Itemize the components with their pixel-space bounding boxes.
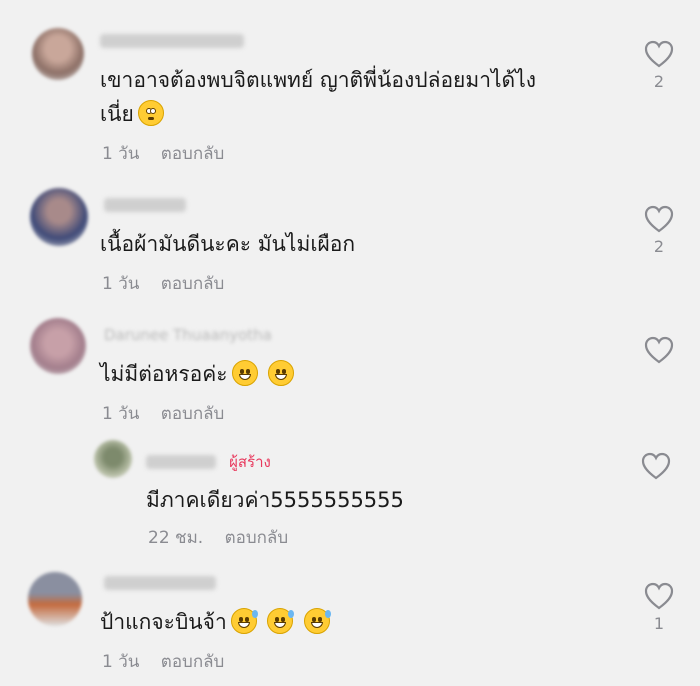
comment-meta: 1 วัน ตอบกลับ xyxy=(102,140,240,167)
grinning-face-emoji xyxy=(268,360,295,386)
avatar[interactable] xyxy=(32,28,84,80)
heart-icon xyxy=(644,582,674,610)
like-button[interactable] xyxy=(640,452,672,480)
avatar[interactable] xyxy=(28,572,82,626)
creator-badge: ผู้สร้าง xyxy=(229,453,271,471)
comment-text: เขาอาจต้องพบจิตแพทย์ ญาติพี่น้องปล่อยมาไ… xyxy=(100,68,537,92)
avatar[interactable] xyxy=(30,318,86,374)
reply-button[interactable]: ตอบกลับ xyxy=(161,404,225,424)
timestamp: 22 ชม. xyxy=(148,528,204,548)
heart-icon xyxy=(644,336,674,364)
username-blurred[interactable] xyxy=(146,455,216,469)
reply-header: ผู้สร้าง xyxy=(146,450,271,474)
comment-text: ไม่มีต่อหรอค่ะ xyxy=(100,358,295,391)
comment-text: มีภาคเดียวค่า5555555555 xyxy=(146,488,404,512)
timestamp: 1 วัน xyxy=(102,652,140,672)
reply-button[interactable]: ตอบกลับ xyxy=(161,144,225,164)
heart-icon xyxy=(641,452,671,480)
reply-button[interactable]: ตอบกลับ xyxy=(161,652,225,672)
comment-text: เนื้อผ้ามันดีนะคะ มันไม่เผือก xyxy=(100,232,356,256)
username-blurred[interactable] xyxy=(100,34,244,48)
comment-meta: 1 วัน ตอบกลับ xyxy=(102,400,240,427)
reply-button[interactable]: ตอบกลับ xyxy=(225,528,289,548)
grinning-sweat-face-emoji xyxy=(304,608,332,634)
like-button[interactable]: 1 xyxy=(643,582,675,633)
username-blurred[interactable] xyxy=(104,576,216,590)
grinning-sweat-face-emoji xyxy=(267,608,295,634)
heart-icon xyxy=(644,40,674,68)
grinning-sweat-face-emoji xyxy=(230,608,258,634)
avatar[interactable] xyxy=(30,188,88,246)
comment-text-line2: เนี่ย xyxy=(100,98,164,131)
username-blurred[interactable]: Darunee Thuaanyotha xyxy=(104,326,272,344)
like-button[interactable]: 2 xyxy=(643,40,675,91)
comment-meta: 1 วัน ตอบกลับ xyxy=(102,648,240,675)
comment-meta: 22 ชม. ตอบกลับ xyxy=(148,524,304,551)
reply-button[interactable]: ตอบกลับ xyxy=(161,274,225,294)
heart-icon xyxy=(644,205,674,233)
comment-text: ป้าแกจะบินจ้า xyxy=(100,606,332,639)
timestamp: 1 วัน xyxy=(102,274,140,294)
like-button[interactable]: 2 xyxy=(643,205,675,256)
timestamp: 1 วัน xyxy=(102,144,140,164)
like-count: 1 xyxy=(653,614,665,633)
avatar[interactable] xyxy=(94,440,132,478)
grinning-face-emoji xyxy=(231,360,258,386)
like-count: 2 xyxy=(653,237,665,256)
flushed-face-emoji xyxy=(137,100,164,126)
username-blurred[interactable] xyxy=(104,198,186,212)
like-button[interactable] xyxy=(643,336,675,364)
comment-meta: 1 วัน ตอบกลับ xyxy=(102,270,240,297)
like-count: 2 xyxy=(653,72,665,91)
timestamp: 1 วัน xyxy=(102,404,140,424)
